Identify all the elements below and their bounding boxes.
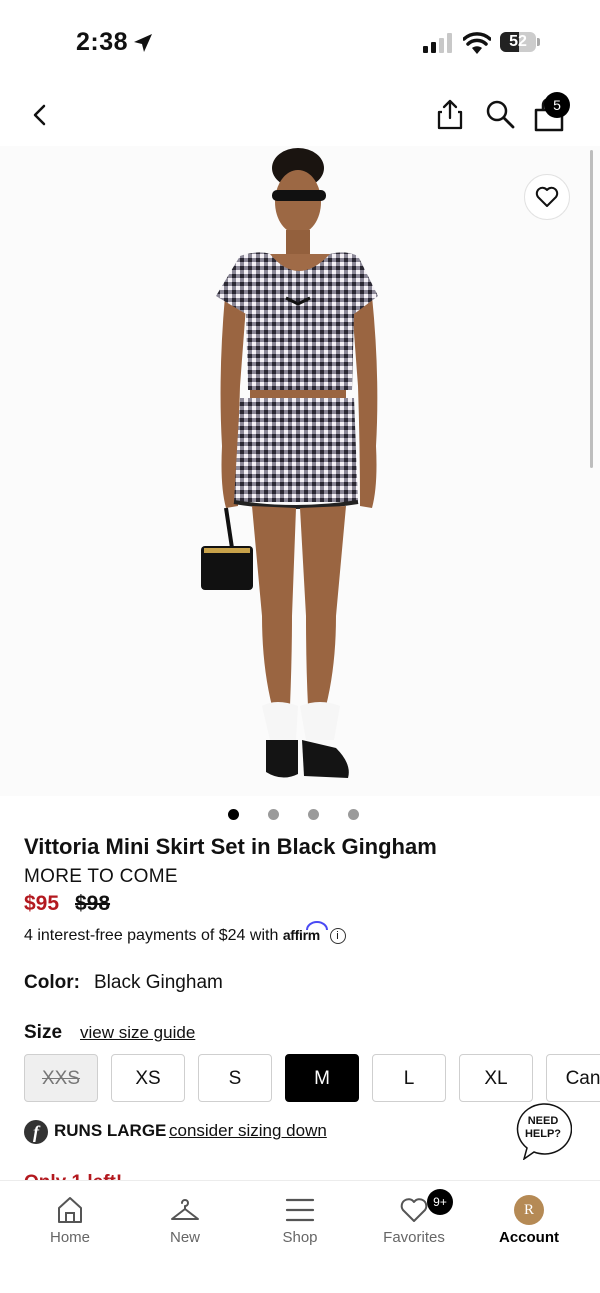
- size-label: Size: [24, 1022, 63, 1043]
- brand-name[interactable]: MORE TO COME: [24, 866, 178, 888]
- bottom-tab-bar: Home New Shop 9+ Favorites R Account: [0, 1180, 600, 1293]
- bag-count-badge: 5: [544, 92, 570, 118]
- status-time: 2:38: [76, 28, 129, 56]
- location-arrow-icon: [134, 34, 152, 52]
- sale-price: $95: [24, 892, 60, 915]
- gallery-dot[interactable]: [228, 809, 239, 820]
- tab-label: New: [169, 1229, 200, 1246]
- affirm-logo: affirm: [283, 921, 328, 943]
- fit-label: RUNS LARGE: [54, 1121, 167, 1140]
- tab-new[interactable]: New: [125, 1181, 245, 1261]
- size-option-s[interactable]: S: [198, 1054, 272, 1102]
- search-icon[interactable]: [484, 98, 516, 130]
- tab-favorites[interactable]: 9+ Favorites: [354, 1181, 474, 1261]
- heart-icon: [400, 1198, 428, 1222]
- product-title: Vittoria Mini Skirt Set in Black Gingham: [24, 834, 437, 859]
- gallery-dot[interactable]: [308, 809, 319, 820]
- need-help-button[interactable]: NEED HELP?: [514, 1115, 572, 1141]
- status-bar: 2:38 52: [0, 0, 600, 80]
- home-icon: [58, 1197, 82, 1223]
- size-option-m[interactable]: M: [285, 1054, 359, 1102]
- fit-advice: f RUNS LARGE consider sizing down: [24, 1118, 364, 1144]
- tab-label: Account: [499, 1229, 559, 1246]
- color-label: Color:: [24, 972, 80, 993]
- cellular-signal-icon: [423, 33, 452, 53]
- hanger-icon: [171, 1199, 199, 1220]
- battery-indicator: 52: [500, 32, 542, 54]
- battery-percent: 52: [509, 33, 527, 50]
- stock-notice: Only 1 left!: [24, 1168, 122, 1180]
- tab-label: Home: [49, 1229, 90, 1246]
- installments-row[interactable]: 4 interest-free payments of $24 with aff…: [24, 921, 346, 945]
- favorites-count-badge: 9+: [427, 1189, 453, 1215]
- tab-label: Favorites: [383, 1229, 445, 1246]
- tab-shop[interactable]: Shop: [240, 1181, 360, 1261]
- tab-label: Shop: [282, 1229, 318, 1246]
- product-image-gallery[interactable]: [0, 146, 600, 796]
- original-price: $98: [75, 892, 111, 915]
- wifi-icon: [463, 32, 491, 54]
- size-guide-link[interactable]: view size guide: [80, 1023, 195, 1043]
- tab-home[interactable]: Home: [10, 1181, 130, 1261]
- size-option-xxs: XXS: [24, 1054, 98, 1102]
- size-option-can[interactable]: Can: [546, 1054, 600, 1102]
- fit-icon: f: [24, 1120, 48, 1144]
- tab-account[interactable]: R Account: [469, 1181, 589, 1261]
- size-option-xs[interactable]: XS: [111, 1054, 185, 1102]
- size-option-l[interactable]: L: [372, 1054, 446, 1102]
- back-icon[interactable]: [26, 100, 56, 130]
- product-navbar: [0, 88, 600, 138]
- gallery-dot[interactable]: [268, 809, 279, 820]
- product-photo: [201, 148, 378, 778]
- menu-icon: [285, 1198, 315, 1222]
- add-to-favorites-button[interactable]: [524, 174, 570, 220]
- gallery-dot[interactable]: [348, 809, 359, 820]
- installments-text: 4 interest-free payments of $24 with: [24, 927, 279, 944]
- sizing-advice-link[interactable]: consider sizing down: [169, 1121, 327, 1141]
- size-selector: XXS XS S M L XL Can: [0, 1054, 600, 1104]
- color-value: Black Gingham: [94, 972, 223, 993]
- heart-icon: [535, 186, 559, 207]
- avatar: R: [514, 1195, 544, 1225]
- gallery-pagination: [228, 809, 378, 821]
- size-option-xl[interactable]: XL: [459, 1054, 533, 1102]
- share-icon[interactable]: [436, 98, 464, 130]
- scroll-indicator: [590, 150, 593, 468]
- info-icon[interactable]: i: [329, 928, 346, 944]
